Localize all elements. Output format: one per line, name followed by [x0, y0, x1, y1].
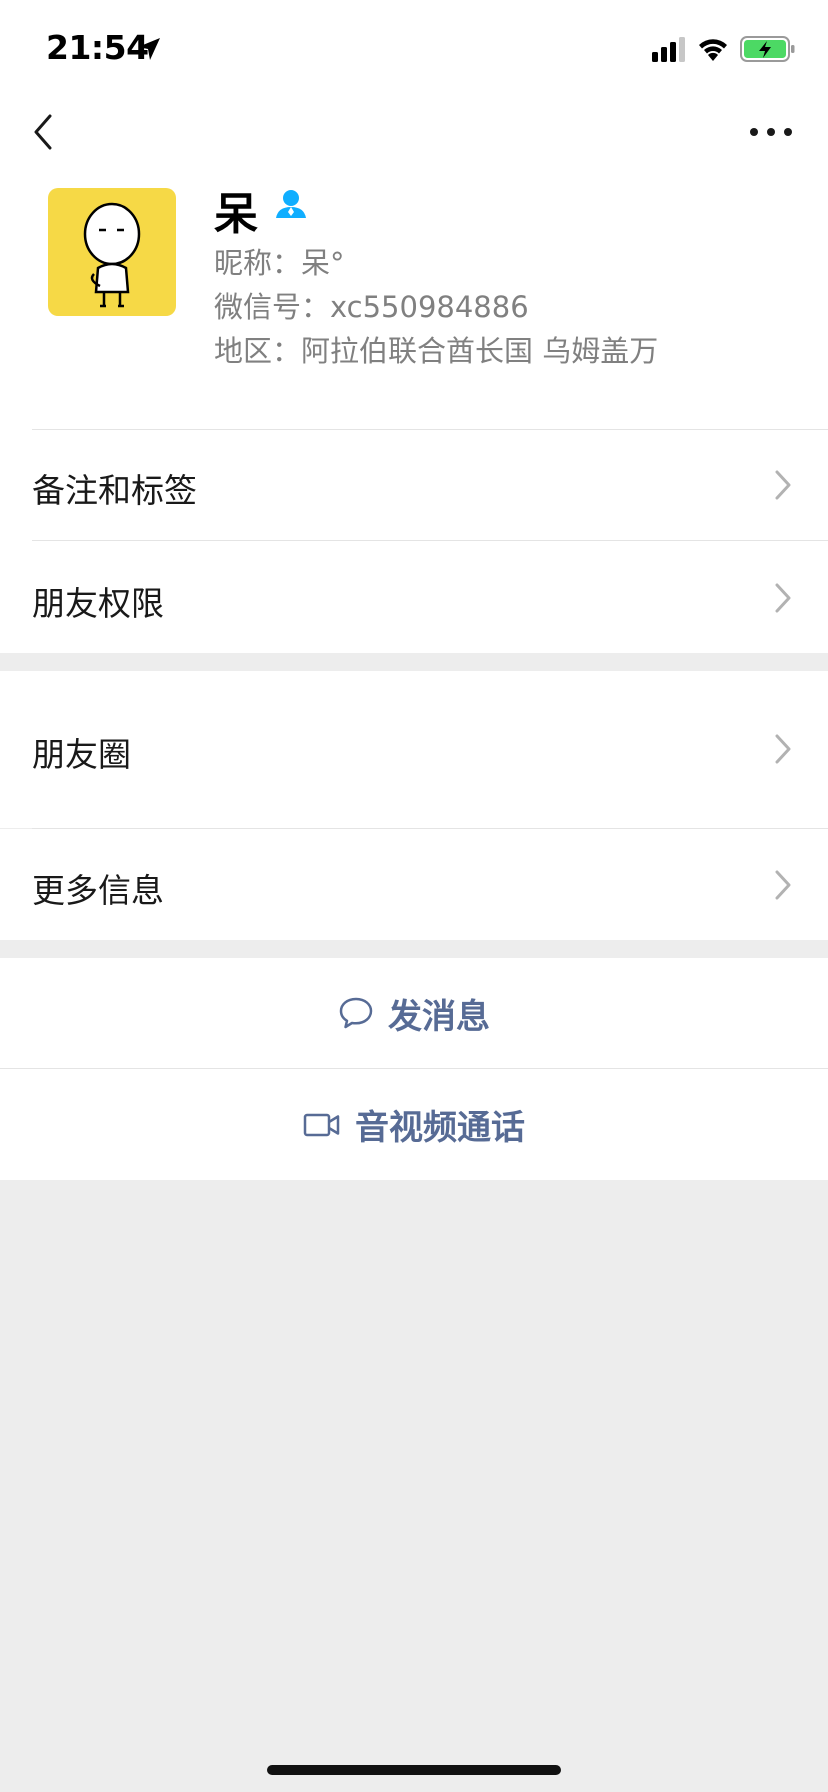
status-bar: 21:54 [0, 0, 828, 96]
chevron-right-icon [775, 583, 791, 613]
remarks-tags-row[interactable]: 备注和标签 [0, 430, 828, 540]
status-time: 21:54 [46, 28, 149, 67]
user-badge-icon [276, 190, 306, 218]
more-info-label: 更多信息 [32, 871, 164, 910]
back-chevron-icon[interactable] [30, 112, 60, 152]
cellular-signal-icon [652, 37, 685, 62]
profile-region: 地区：阿拉伯联合酋长国 乌姆盖万 [214, 334, 659, 368]
more-info-row[interactable]: 更多信息 [0, 829, 828, 940]
more-options-icon[interactable] [748, 120, 794, 144]
remarks-tags-label: 备注和标签 [32, 471, 197, 510]
send-message-button[interactable]: 发消息 [0, 958, 828, 1068]
chevron-right-icon [775, 870, 791, 900]
friend-permissions-row[interactable]: 朋友权限 [0, 541, 828, 653]
friend-permissions-label: 朋友权限 [32, 584, 164, 623]
profile-name: 呆 [214, 189, 258, 240]
wifi-icon [699, 39, 727, 61]
moments-label: 朋友圈 [32, 735, 131, 774]
moments-row[interactable]: 朋友圈 [0, 671, 828, 828]
video-call-button[interactable]: 音视频通话 [0, 1069, 828, 1180]
home-indicator[interactable] [267, 1765, 561, 1775]
profile-nickname: 昵称：呆° [214, 246, 345, 280]
chevron-right-icon [775, 470, 791, 500]
location-arrow-icon [138, 38, 160, 60]
chevron-right-icon [775, 734, 791, 764]
battery-charging-icon [740, 36, 795, 62]
avatar[interactable] [48, 188, 176, 316]
video-camera-icon [303, 1113, 340, 1136]
video-call-label: 音视频通话 [355, 1108, 525, 1148]
cartoon-avatar-icon [83, 202, 141, 308]
send-message-label: 发消息 [388, 996, 490, 1037]
profile-wechat-id: 微信号：xc550984886 [214, 290, 529, 324]
chat-bubble-icon [339, 997, 373, 1029]
